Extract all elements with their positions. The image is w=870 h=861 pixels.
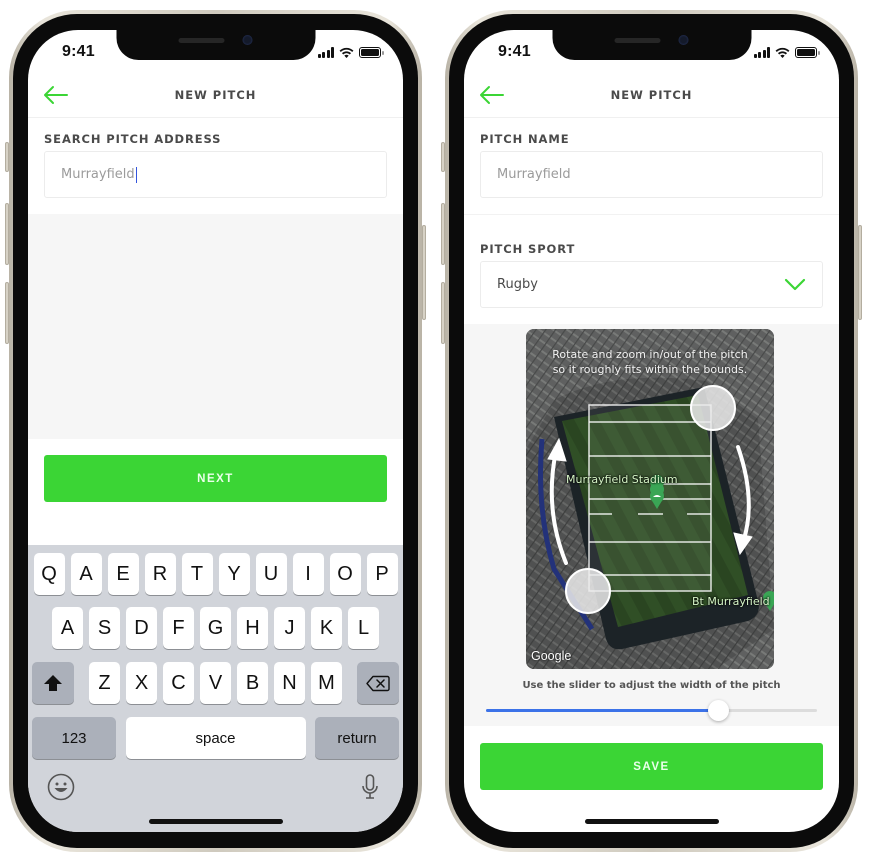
page-title: NEW PITCH — [610, 88, 693, 102]
silent-switch — [5, 142, 9, 172]
key-q[interactable]: Q — [33, 553, 65, 595]
key-p[interactable]: P — [366, 553, 398, 595]
backspace-icon — [366, 675, 390, 691]
wifi-icon — [775, 47, 790, 58]
volume-down-button — [441, 282, 445, 344]
keyboard: QAERTYUIOP ASDFGHJKL ZXCVBNM 123 space r… — [28, 545, 403, 832]
emoji-icon — [47, 773, 75, 801]
pitch-corner-handle-top-right[interactable] — [690, 385, 736, 431]
key-l[interactable]: L — [348, 607, 379, 649]
dictation-button[interactable] — [355, 772, 385, 802]
key-s[interactable]: S — [89, 607, 120, 649]
key-y[interactable]: Y — [218, 553, 250, 595]
camera-icon — [678, 35, 688, 45]
key-r[interactable]: R — [144, 553, 176, 595]
shift-arrow-icon — [44, 675, 62, 691]
key-v[interactable]: V — [200, 662, 231, 704]
key-b[interactable]: B — [237, 662, 268, 704]
volume-down-button — [5, 282, 9, 344]
key-u[interactable]: U — [255, 553, 287, 595]
search-address-input[interactable]: Murrayfield — [44, 151, 387, 198]
key-t[interactable]: T — [181, 553, 213, 595]
key-j[interactable]: J — [274, 607, 305, 649]
key-n[interactable]: N — [274, 662, 305, 704]
pitch-width-slider[interactable] — [486, 700, 817, 721]
volume-up-button — [441, 203, 445, 265]
pitch-name-value: Murrayfield — [497, 167, 571, 182]
slider-thumb[interactable] — [707, 700, 729, 721]
emoji-button[interactable] — [46, 772, 76, 802]
nav-header: NEW PITCH — [28, 74, 403, 118]
satellite-map[interactable]: Rotate and zoom in/out of the pitch so i… — [526, 329, 774, 669]
key-m[interactable]: M — [311, 662, 342, 704]
notch — [116, 30, 315, 60]
results-area — [28, 214, 403, 439]
volume-up-button — [5, 203, 9, 265]
key-h[interactable]: H — [237, 607, 268, 649]
search-address-label: SEARCH PITCH ADDRESS — [44, 132, 222, 146]
next-button[interactable]: NEXT — [44, 455, 387, 502]
shift-key[interactable] — [32, 662, 74, 704]
phone-right: 9:41 NEW PITCH PITCH NAME Murrayfield PI… — [441, 10, 862, 852]
return-key[interactable]: return — [315, 717, 399, 759]
key-a[interactable]: A — [52, 607, 83, 649]
google-attribution: Google — [531, 649, 572, 663]
map-section: Rotate and zoom in/out of the pitch so i… — [464, 324, 839, 726]
numbers-key[interactable]: 123 — [32, 717, 116, 759]
pitch-sport-select[interactable]: Rugby — [480, 261, 823, 308]
phone-left: 9:41 NEW PITCH SEARCH PITCH ADDRESS Murr… — [5, 10, 426, 852]
cellular-signal-icon — [753, 47, 770, 58]
status-time: 9:41 — [498, 43, 531, 60]
map-secondary-label: Bt Murrayfield — [692, 595, 770, 608]
pitch-overlay — [588, 404, 712, 592]
power-button — [858, 225, 862, 320]
battery-icon — [359, 47, 384, 58]
key-d[interactable]: D — [126, 607, 157, 649]
microphone-icon — [362, 774, 378, 799]
power-button — [422, 225, 426, 320]
status-time: 9:41 — [62, 43, 95, 60]
delete-key[interactable] — [357, 662, 399, 704]
pitch-name-label: PITCH NAME — [480, 132, 570, 146]
screen-pitch-details: 9:41 NEW PITCH PITCH NAME Murrayfield PI… — [464, 30, 839, 832]
page-title: NEW PITCH — [174, 88, 257, 102]
notch — [552, 30, 751, 60]
screen-search-address: 9:41 NEW PITCH SEARCH PITCH ADDRESS Murr… — [28, 30, 403, 832]
pitch-name-input[interactable]: Murrayfield — [480, 151, 823, 198]
key-o[interactable]: O — [329, 553, 361, 595]
map-place-label: Murrayfield Stadium — [566, 473, 678, 486]
key-z[interactable]: Z — [89, 662, 120, 704]
key-i[interactable]: I — [292, 553, 324, 595]
camera-icon — [242, 35, 252, 45]
map-instructions: Rotate and zoom in/out of the pitch so i… — [526, 347, 774, 377]
map-instructions-line1: Rotate and zoom in/out of the pitch — [552, 348, 748, 361]
home-indicator — [584, 819, 719, 824]
key-k[interactable]: K — [311, 607, 342, 649]
slider-fill — [486, 709, 718, 712]
space-key[interactable]: space — [125, 717, 306, 759]
map-instructions-line2: so it roughly fits within the bounds. — [552, 363, 748, 376]
chevron-down-icon — [784, 278, 806, 290]
search-address-value: Murrayfield — [61, 167, 135, 182]
key-c[interactable]: C — [163, 662, 194, 704]
cellular-signal-icon — [317, 47, 334, 58]
key-e[interactable]: E — [107, 553, 139, 595]
pitch-sport-label: PITCH SPORT — [480, 242, 576, 256]
text-cursor — [135, 166, 138, 183]
silent-switch — [441, 142, 445, 172]
divider — [464, 214, 839, 215]
key-x[interactable]: X — [126, 662, 157, 704]
wifi-icon — [339, 47, 354, 58]
battery-icon — [795, 47, 820, 58]
key-g[interactable]: G — [200, 607, 231, 649]
slider-label: Use the slider to adjust the width of th… — [522, 680, 781, 691]
nav-header: NEW PITCH — [464, 74, 839, 118]
pitch-sport-value: Rugby — [497, 277, 538, 292]
key-a[interactable]: A — [70, 553, 102, 595]
map-imagery — [526, 329, 774, 669]
save-button[interactable]: SAVE — [480, 743, 823, 790]
pitch-corner-handle-bottom-left[interactable] — [565, 568, 611, 614]
home-indicator — [148, 819, 283, 824]
key-f[interactable]: F — [163, 607, 194, 649]
